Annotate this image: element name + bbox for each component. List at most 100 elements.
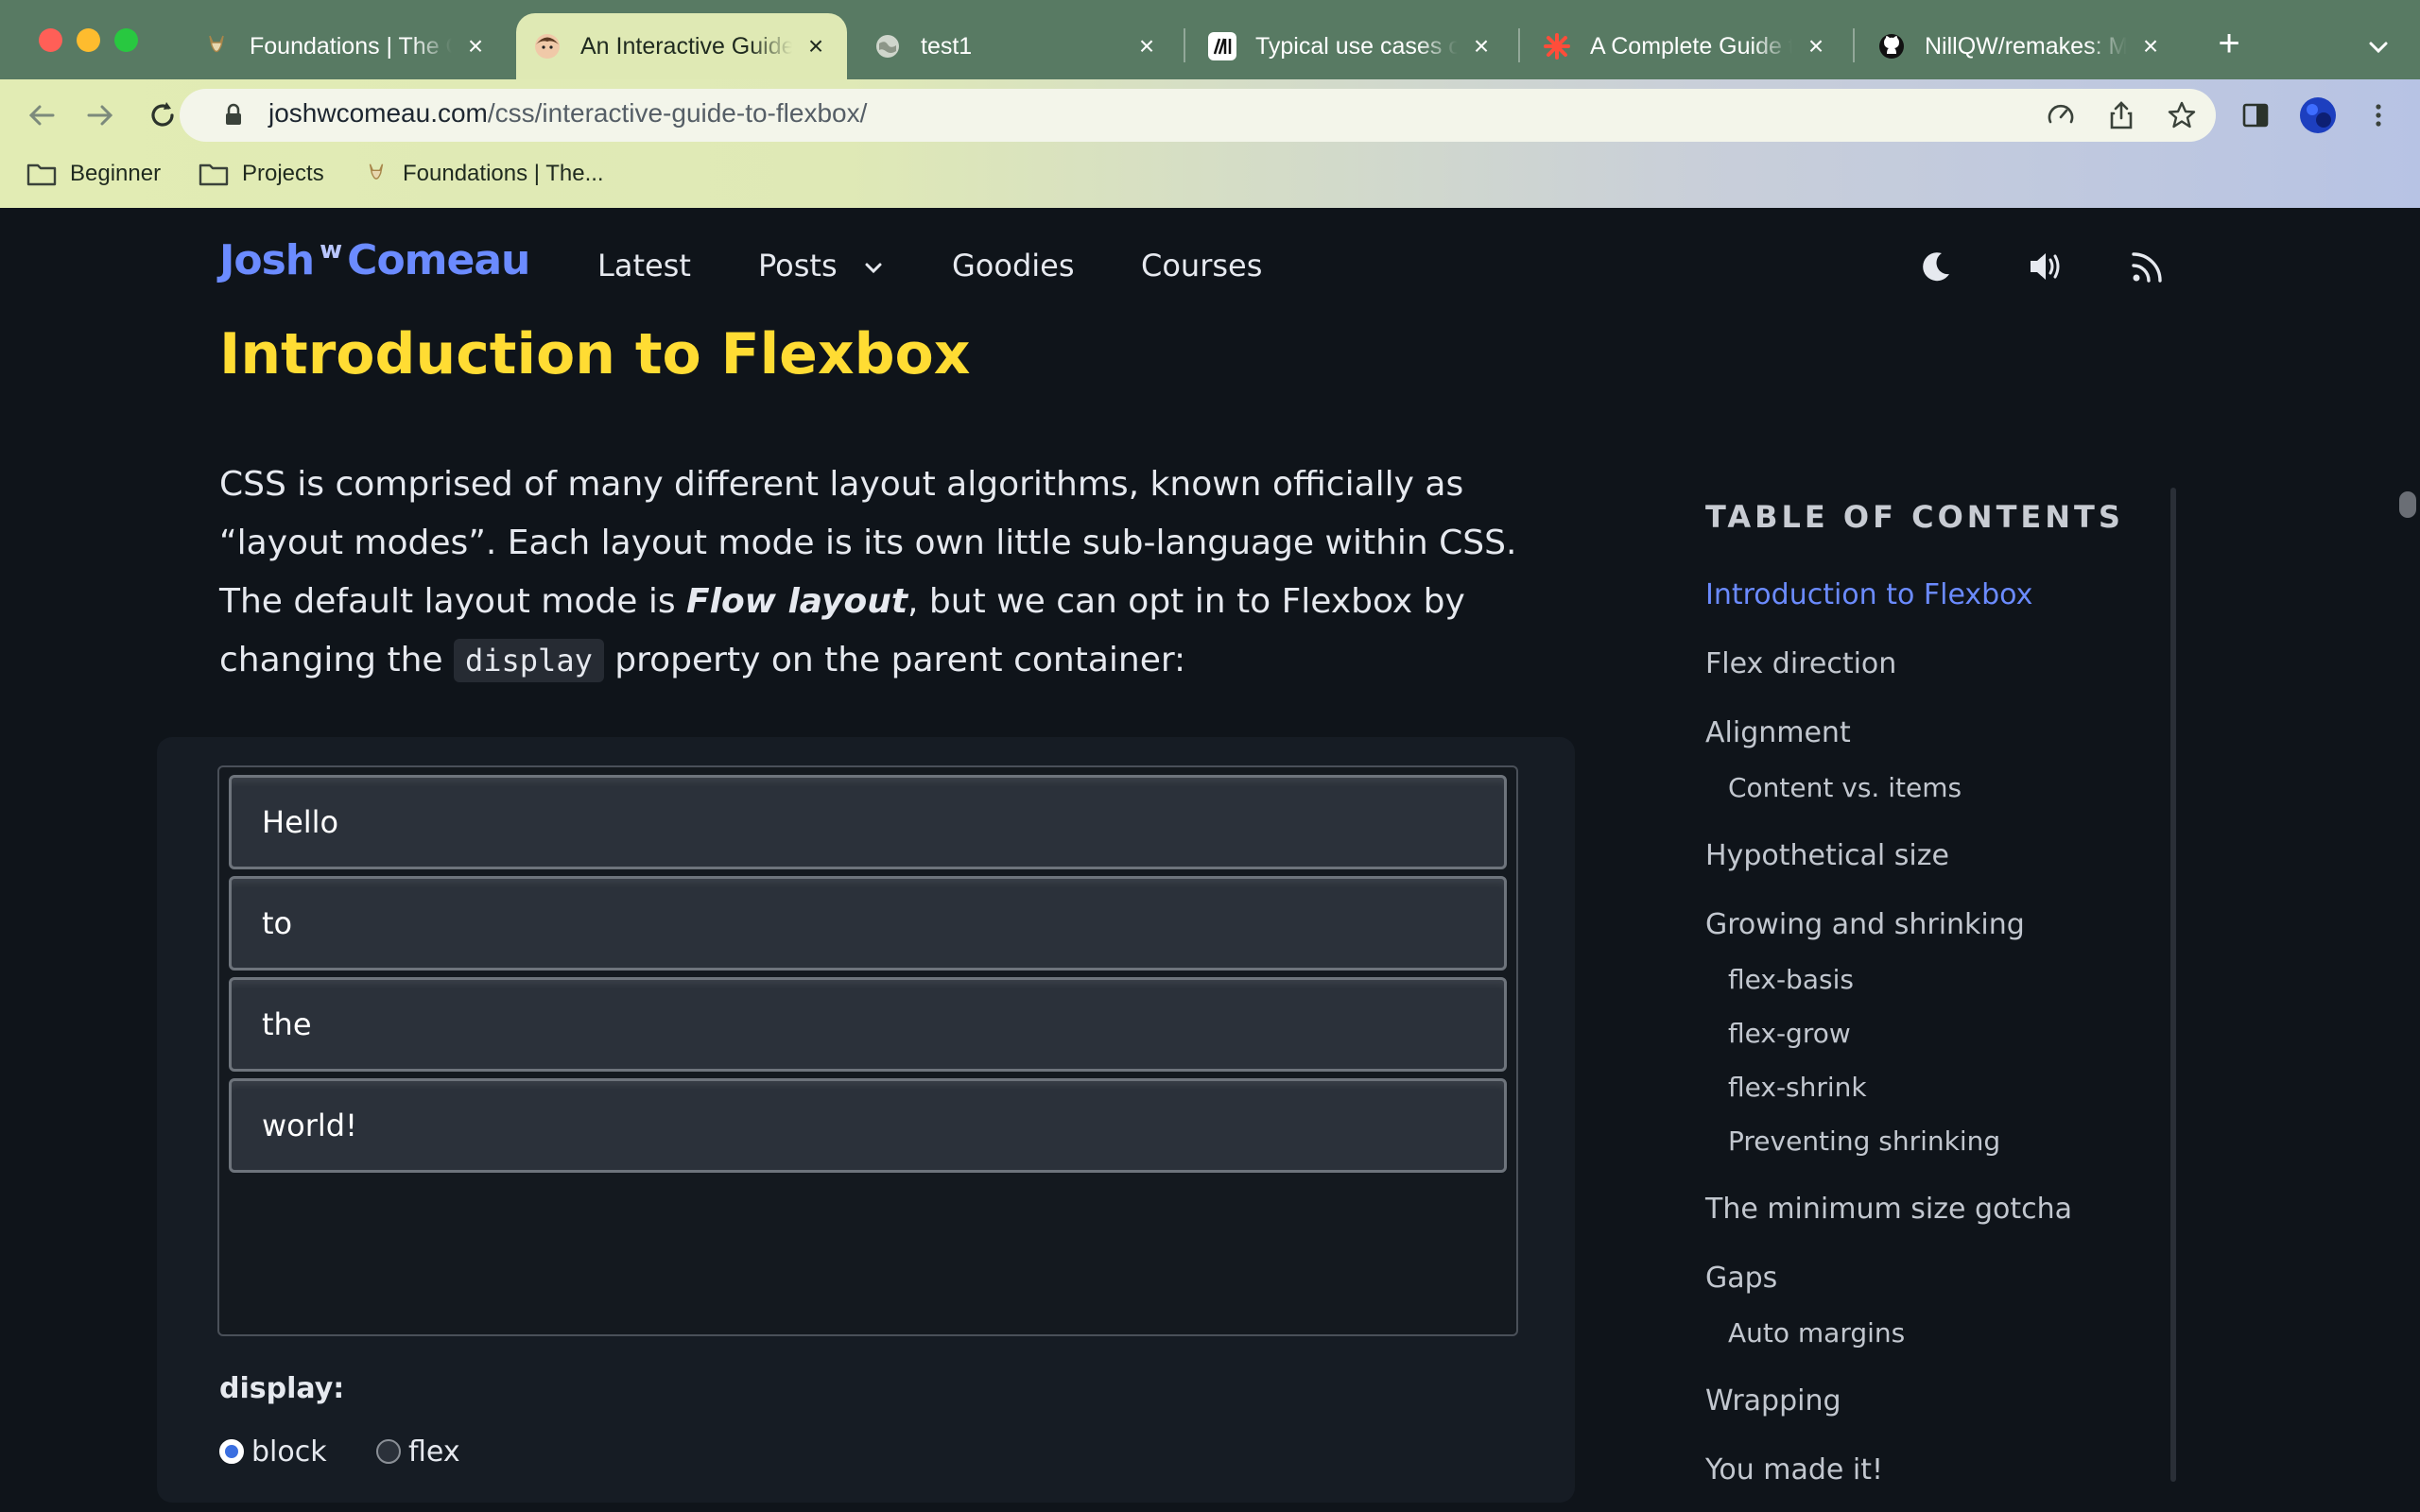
tab-title: An Interactive Guide to Flexbox — [580, 32, 792, 60]
zoom-window-button[interactable] — [114, 28, 138, 52]
browser-tab[interactable]: Typical use cases of Flexbox × — [1191, 13, 1512, 79]
chevron-down-icon — [865, 263, 882, 274]
logo-second: Comeau — [347, 236, 530, 284]
demo-item: the — [229, 977, 1507, 1072]
tab-title: A Complete Guide to Flexbox — [1590, 32, 1792, 60]
display-flex-radio[interactable]: flex — [376, 1433, 460, 1470]
close-window-button[interactable] — [39, 28, 62, 52]
toc-link[interactable]: The minimum size gotcha — [1705, 1193, 2072, 1226]
site-logo[interactable]: Josh w Comeau — [219, 236, 530, 293]
toc-link[interactable]: Introduction to Flexbox — [1705, 578, 2032, 611]
toc-sublink[interactable]: flex-grow — [1728, 1018, 1851, 1049]
folder-icon — [199, 163, 229, 186]
toc-sublink[interactable]: Auto margins — [1728, 1317, 1905, 1349]
browser-tab-active[interactable]: An Interactive Guide to Flexbox × — [516, 13, 847, 79]
toc-sublink[interactable]: flex-basis — [1728, 964, 1854, 995]
browser-tab[interactable]: Foundations | The Odin Project × — [185, 13, 507, 79]
folder-icon — [26, 163, 57, 186]
more-menu-icon[interactable] — [2360, 96, 2397, 134]
odin-icon — [202, 32, 231, 60]
close-tab-icon[interactable]: × — [1132, 31, 1161, 60]
display-control-label: display: — [219, 1372, 345, 1405]
tab-title: test1 — [921, 32, 973, 60]
bookmark-star-icon[interactable] — [2163, 96, 2201, 134]
josh-avatar-icon — [533, 32, 562, 60]
tab-separator — [1184, 28, 1185, 62]
close-tab-icon[interactable]: × — [802, 31, 830, 60]
logo-first: Josh — [219, 236, 315, 284]
toc-scroll-rail — [2170, 488, 2176, 1482]
demo-flex-container: Hello to the world! — [217, 765, 1518, 1336]
tab-separator — [1853, 28, 1855, 62]
radio-label: flex — [408, 1435, 460, 1469]
demo-item: world! — [229, 1078, 1507, 1173]
inline-code: display — [453, 639, 604, 682]
close-tab-icon[interactable]: × — [2136, 31, 2165, 60]
close-tab-icon[interactable]: × — [1467, 31, 1495, 60]
reload-button[interactable] — [142, 94, 183, 136]
nav-posts[interactable]: Posts — [758, 248, 887, 284]
new-tab-button[interactable]: + — [2210, 25, 2248, 62]
profile-avatar-icon[interactable] — [2299, 96, 2337, 134]
performance-gauge-icon[interactable] — [2042, 96, 2080, 134]
toc-link[interactable]: You made it! — [1705, 1453, 1883, 1486]
close-tab-icon[interactable]: × — [1802, 31, 1830, 60]
browser-tab[interactable]: test1 × — [856, 13, 1178, 79]
logo-mark: w — [320, 236, 342, 265]
display-block-radio[interactable]: block — [219, 1433, 327, 1470]
bookmark-label: Projects — [242, 161, 324, 186]
page-content: Josh w Comeau Latest Posts Goodies Courses… — [0, 208, 2420, 1512]
page-title: Introduction to Flexbox — [219, 321, 971, 387]
minimize-window-button[interactable] — [77, 28, 100, 52]
lock-icon[interactable] — [219, 101, 248, 129]
nav-latest[interactable]: Latest — [597, 248, 691, 284]
page-scrollbar-thumb[interactable] — [2399, 491, 2416, 518]
odin-icon — [369, 163, 384, 180]
tab-strip: Foundations | The Odin Project × An Inte… — [0, 0, 2420, 79]
radio-label: block — [251, 1435, 327, 1469]
browser-tab[interactable]: NillQW/remakes: My × — [1860, 13, 2182, 79]
toc-sublink[interactable]: Content vs. items — [1728, 772, 1962, 803]
bookmark-folder-projects[interactable]: Projects — [199, 155, 324, 193]
url-domain: joshwcomeau.com — [268, 98, 488, 128]
github-icon — [1877, 32, 1906, 60]
rss-feed-icon[interactable] — [2127, 246, 2169, 287]
toc-heading: TABLE OF CONTENTS — [1705, 499, 2124, 535]
toc-link[interactable]: Hypothetical size — [1705, 839, 1949, 872]
sound-on-icon[interactable] — [2025, 246, 2066, 287]
demo-item: Hello — [229, 775, 1507, 869]
back-button[interactable] — [21, 94, 62, 136]
tab-separator — [1518, 28, 1520, 62]
toc-link[interactable]: Wrapping — [1705, 1384, 1841, 1418]
forward-button[interactable] — [79, 94, 121, 136]
nav-goodies[interactable]: Goodies — [952, 248, 1075, 284]
bookmark-foundations[interactable]: Foundations | The... — [363, 155, 604, 193]
url-path: /css/interactive-guide-to-flexbox/ — [487, 98, 868, 128]
tab-title: NillQW/remakes: My — [1925, 32, 2127, 60]
toc-link[interactable]: Growing and shrinking — [1705, 908, 2025, 941]
toc-link[interactable]: Flex direction — [1705, 647, 1896, 680]
browser-tab[interactable]: A Complete Guide to Flexbox × — [1526, 13, 1847, 79]
nav-courses[interactable]: Courses — [1141, 248, 1262, 284]
url-text[interactable]: joshwcomeau.com/css/interactive-guide-to… — [268, 98, 867, 129]
demo-item: to — [229, 876, 1507, 971]
mdn-icon — [1208, 32, 1236, 60]
globe-icon — [873, 32, 902, 60]
intro-emphasis: Flow layout — [686, 582, 908, 621]
toc-link[interactable]: Alignment — [1705, 716, 1851, 749]
share-icon[interactable] — [2102, 96, 2140, 134]
nav-posts-label: Posts — [758, 248, 838, 284]
close-tab-icon[interactable]: × — [461, 31, 490, 60]
bookmark-label: Beginner — [70, 161, 162, 186]
css-tricks-icon — [1543, 32, 1571, 60]
dark-mode-moon-icon[interactable] — [1915, 246, 1957, 287]
radio-selected-icon[interactable] — [219, 1439, 244, 1464]
toc-sublink[interactable]: Preventing shrinking — [1728, 1125, 2000, 1157]
toc-link[interactable]: Gaps — [1705, 1262, 1777, 1295]
tab-title: Foundations | The Odin Project — [250, 32, 452, 60]
tab-search-chevron-icon[interactable] — [2360, 28, 2397, 66]
radio-unselected-icon[interactable] — [376, 1439, 401, 1464]
toc-sublink[interactable]: flex-shrink — [1728, 1072, 1867, 1103]
bookmark-folder-beginner[interactable]: Beginner — [26, 155, 161, 193]
side-panel-icon[interactable] — [2237, 96, 2274, 134]
